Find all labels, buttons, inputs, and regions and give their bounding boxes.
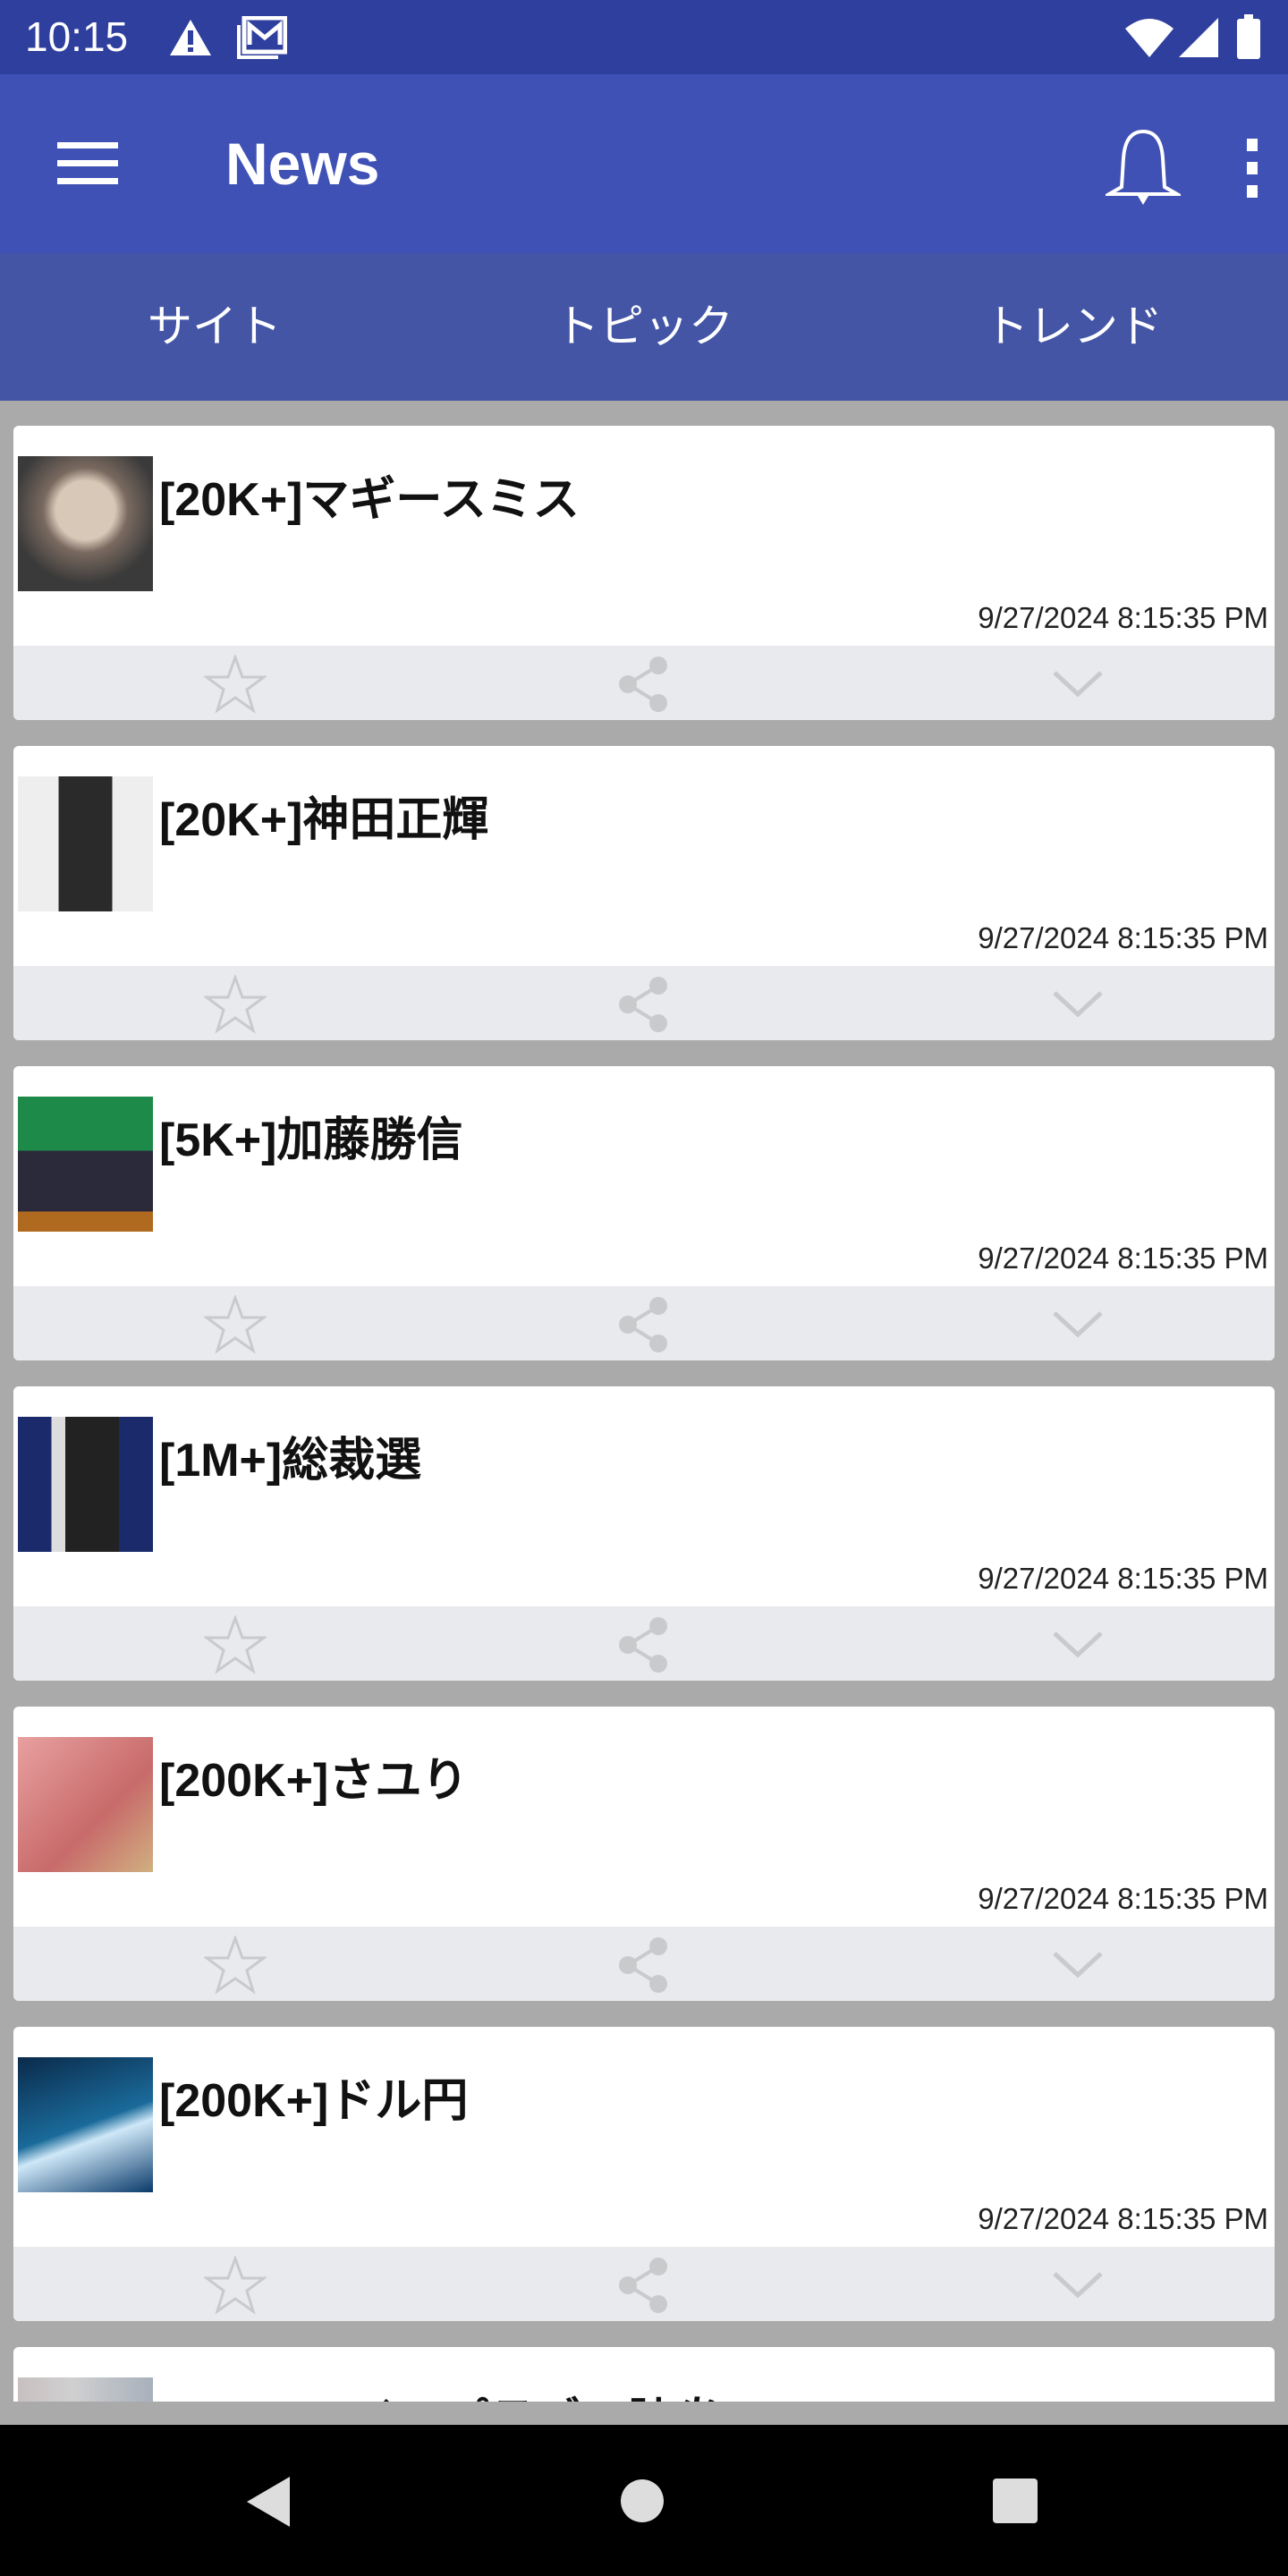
news-item[interactable]: [1M+]総裁選 9/27/2024 8:15:35 PM bbox=[13, 1386, 1275, 1681]
home-icon[interactable] bbox=[620, 2479, 665, 2523]
news-item[interactable]: [50K+]マイコプラズマ肺炎 bbox=[13, 2347, 1275, 2402]
news-list[interactable]: [20K+]マギースミス 9/27/2024 8:15:35 PM [20K+]… bbox=[0, 401, 1288, 2402]
share-icon[interactable] bbox=[615, 1295, 671, 1354]
star-icon[interactable] bbox=[204, 1295, 267, 1354]
back-icon[interactable] bbox=[243, 2475, 293, 2529]
chevron-down-icon[interactable] bbox=[1051, 1308, 1105, 1340]
item-action-bar bbox=[13, 966, 1275, 1040]
more-vert-icon[interactable] bbox=[1243, 137, 1261, 199]
star-icon[interactable] bbox=[204, 1615, 267, 1674]
news-title[interactable]: [200K+]さユり bbox=[159, 1742, 468, 1809]
menu-icon[interactable] bbox=[57, 139, 118, 189]
share-icon[interactable] bbox=[615, 975, 671, 1034]
gmail-icon bbox=[237, 16, 287, 59]
news-thumbnail bbox=[18, 1737, 153, 1872]
news-thumbnail bbox=[18, 2057, 153, 2192]
navigation-bar bbox=[0, 2425, 1288, 2576]
tab-site[interactable]: サイト bbox=[0, 253, 429, 401]
news-date: 9/27/2024 8:15:35 PM bbox=[978, 1562, 1268, 1595]
tab-bar: サイト トピック トレンド bbox=[0, 253, 1288, 401]
item-action-bar bbox=[13, 1606, 1275, 1681]
tab-topic[interactable]: トピック bbox=[429, 253, 859, 401]
news-item[interactable]: [5K+]加藤勝信 9/27/2024 8:15:35 PM bbox=[13, 1066, 1275, 1360]
news-title[interactable]: [20K+]マギースミス bbox=[159, 462, 580, 529]
news-item[interactable]: [200K+]さユり 9/27/2024 8:15:35 PM bbox=[13, 1707, 1275, 2001]
item-action-bar bbox=[13, 1927, 1275, 2001]
star-icon[interactable] bbox=[204, 1936, 267, 1995]
news-item[interactable]: [20K+]神田正輝 9/27/2024 8:15:35 PM bbox=[13, 746, 1275, 1040]
share-icon[interactable] bbox=[615, 2256, 671, 2315]
item-action-bar bbox=[13, 646, 1275, 720]
star-icon[interactable] bbox=[204, 975, 267, 1034]
page-title: News bbox=[225, 131, 380, 197]
recents-icon[interactable] bbox=[993, 2479, 1038, 2523]
warning-icon bbox=[170, 20, 211, 55]
news-thumbnail bbox=[18, 776, 153, 911]
chevron-down-icon[interactable] bbox=[1051, 667, 1105, 699]
news-date: 9/27/2024 8:15:35 PM bbox=[978, 2202, 1268, 2235]
signal-icon bbox=[1179, 18, 1218, 57]
star-icon[interactable] bbox=[204, 655, 267, 714]
news-thumbnail bbox=[18, 456, 153, 591]
news-thumbnail bbox=[18, 2377, 153, 2402]
share-icon[interactable] bbox=[615, 655, 671, 714]
news-date: 9/27/2024 8:15:35 PM bbox=[978, 1882, 1268, 1915]
share-icon[interactable] bbox=[615, 1936, 671, 1995]
news-title[interactable]: [5K+]加藤勝信 bbox=[159, 1102, 462, 1169]
news-title[interactable]: [20K+]神田正輝 bbox=[159, 782, 488, 849]
news-thumbnail bbox=[18, 1097, 153, 1232]
news-title[interactable]: [50K+]マイコプラズマ肺炎 bbox=[159, 2383, 720, 2402]
news-item[interactable]: [20K+]マギースミス 9/27/2024 8:15:35 PM bbox=[13, 426, 1275, 720]
news-date: 9/27/2024 8:15:35 PM bbox=[978, 1241, 1268, 1275]
news-title[interactable]: [1M+]総裁選 bbox=[159, 1422, 421, 1489]
battery-icon bbox=[1237, 14, 1260, 59]
share-icon[interactable] bbox=[615, 1615, 671, 1674]
item-action-bar bbox=[13, 2247, 1275, 2321]
bell-icon[interactable] bbox=[1106, 128, 1181, 205]
wifi-icon bbox=[1125, 19, 1174, 57]
chevron-down-icon[interactable] bbox=[1051, 1948, 1105, 1980]
star-icon[interactable] bbox=[204, 2256, 267, 2315]
status-time: 10:15 bbox=[25, 13, 129, 60]
app-bar: News bbox=[0, 74, 1288, 253]
news-thumbnail bbox=[18, 1417, 153, 1552]
news-title[interactable]: [200K+]ドル円 bbox=[159, 2063, 468, 2130]
chevron-down-icon[interactable] bbox=[1051, 1628, 1105, 1660]
status-bar: 10:15 bbox=[0, 0, 1288, 74]
news-date: 9/27/2024 8:15:35 PM bbox=[978, 601, 1268, 634]
chevron-down-icon[interactable] bbox=[1051, 2268, 1105, 2301]
tab-trend[interactable]: トレンド bbox=[859, 253, 1288, 401]
chevron-down-icon[interactable] bbox=[1051, 987, 1105, 1020]
item-action-bar bbox=[13, 1286, 1275, 1360]
news-date: 9/27/2024 8:15:35 PM bbox=[978, 921, 1268, 954]
news-item[interactable]: [200K+]ドル円 9/27/2024 8:15:35 PM bbox=[13, 2027, 1275, 2321]
